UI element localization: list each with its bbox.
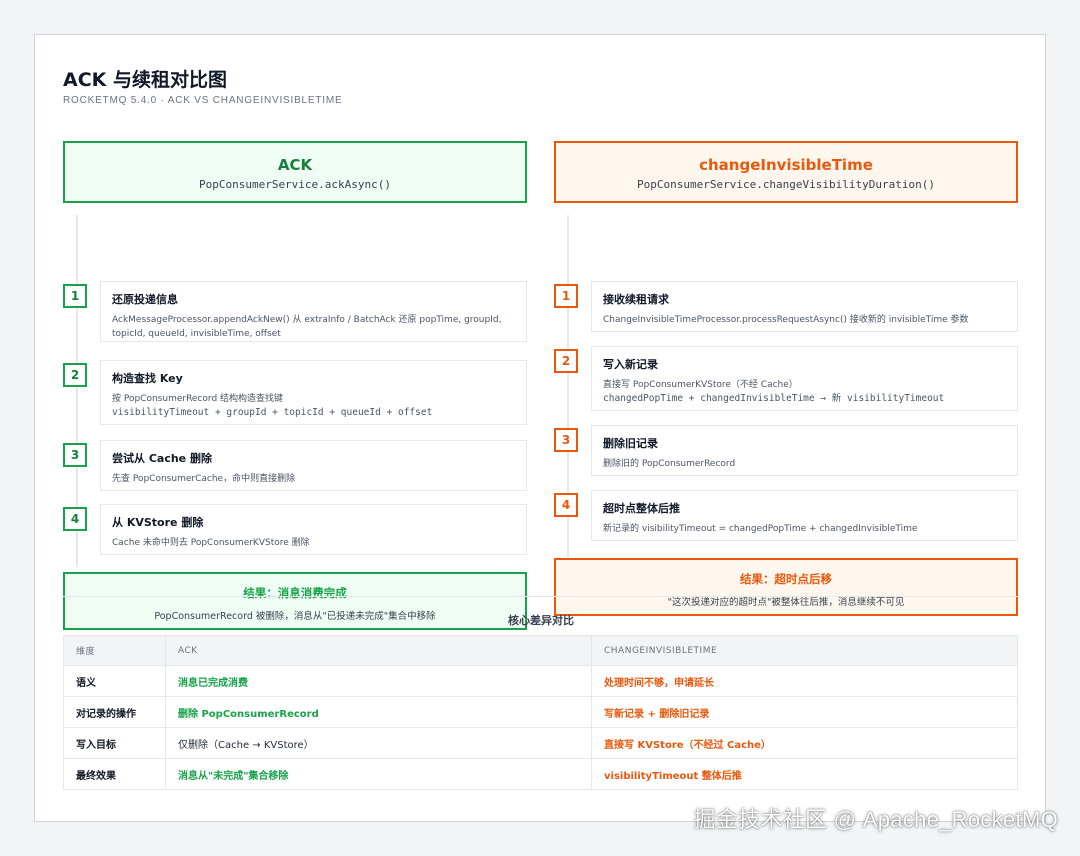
step-desc: 新记录的 visibilityTimeout = changedPopTime … (603, 524, 918, 534)
table-title: 核心差异对比 (508, 614, 574, 627)
step-desc: 先查 PopConsumerCache，命中则直接删除 (112, 474, 296, 484)
cell-dimension: 最终效果 (63, 758, 166, 790)
step-desc: Cache 未命中则去 PopConsumerKVStore 删除 (112, 538, 310, 548)
step-code: visibilityTimeout + groupId + topicId + … (112, 407, 433, 418)
result-title: 结果：超时点后移 (740, 572, 832, 586)
table-row: 对记录的操作 删除 PopConsumerRecord 写新记录 + 删除旧记录 (63, 696, 1018, 728)
ack-column: ACK PopConsumerService.ackAsync() 1 还原投递… (63, 141, 527, 630)
step-title: 还原投递信息 (112, 293, 178, 306)
watermark: 掘金技术社区 @ Apache_RocketMQ (693, 807, 1058, 832)
step-card: 超时点整体后推 新记录的 visibilityTimeout = changed… (591, 490, 1018, 541)
ack-heading: ACK (277, 156, 313, 174)
page-subtitle: ROCKETMQ 5.4.0 · ACK VS CHANGEINVISIBLET… (63, 95, 343, 106)
cell-ack: 删除 PopConsumerRecord (165, 696, 592, 728)
cell-dimension: 对记录的操作 (63, 696, 166, 728)
step-number: 3 (63, 443, 87, 467)
cell-change: visibilityTimeout 整体后推 (591, 758, 1018, 790)
step-desc: ChangeInvisibleTimeProcessor.processRequ… (603, 315, 969, 325)
change-header: changeInvisibleTime PopConsumerService.c… (554, 141, 1018, 203)
step-number: 2 (63, 363, 87, 387)
column-header: ACK (165, 635, 592, 666)
diagram-card: ACK 与续租对比图 ROCKETMQ 5.4.0 · ACK VS CHANG… (34, 34, 1046, 822)
table-header-row: 维度 ACK CHANGEINVISIBLETIME (63, 635, 1018, 666)
result-title: 结果：消息消费完成 (243, 586, 347, 600)
change-method: PopConsumerService.changeVisibilityDurat… (636, 178, 935, 191)
step-desc: 按 PopConsumerRecord 结构构造查找键 (112, 394, 284, 404)
step-desc: 删除旧的 PopConsumerRecord (603, 459, 736, 469)
step-card: 还原投递信息 AckMessageProcessor.appendAckNew(… (100, 281, 527, 342)
step-number: 1 (554, 284, 578, 308)
column-header: CHANGEINVISIBLETIME (591, 635, 1018, 666)
table-row: 最终效果 消息从"未完成"集合移除 visibilityTimeout 整体后推 (63, 758, 1018, 790)
step-desc: 直接写 PopConsumerKVStore（不经 Cache） (603, 380, 798, 390)
step-number: 2 (554, 349, 578, 373)
ack-method: PopConsumerService.ackAsync() (198, 178, 392, 191)
cell-dimension: 写入目标 (63, 727, 166, 759)
step-card: 从 KVStore 删除 Cache 未命中则去 PopConsumerKVSt… (100, 504, 527, 555)
step-number: 3 (554, 428, 578, 452)
step-card: 尝试从 Cache 删除 先查 PopConsumerCache，命中则直接删除 (100, 440, 527, 491)
step-card: 接收续租请求 ChangeInvisibleTimeProcessor.proc… (591, 281, 1018, 332)
section-divider (63, 596, 1018, 597)
step-title: 从 KVStore 删除 (112, 516, 204, 529)
change-result: 结果：超时点后移 "这次投递对应的超时点"被整体往后推，消息继续不可见 (554, 558, 1018, 616)
cell-change: 写新记录 + 删除旧记录 (591, 696, 1018, 728)
change-column: changeInvisibleTime PopConsumerService.c… (554, 141, 1018, 616)
cell-change: 处理时间不够，申请延长 (591, 665, 1018, 697)
step-card: 写入新记录 直接写 PopConsumerKVStore（不经 Cache） c… (591, 346, 1018, 411)
step-number: 4 (63, 507, 87, 531)
step-number: 1 (63, 284, 87, 308)
table-row: 语义 消息已完成消费 处理时间不够，申请延长 (63, 665, 1018, 697)
ack-header: ACK PopConsumerService.ackAsync() (63, 141, 527, 203)
step-code: changedPopTime + changedInvisibleTime → … (603, 393, 945, 404)
cell-dimension: 语义 (63, 665, 166, 697)
cell-ack: 消息从"未完成"集合移除 (165, 758, 592, 790)
step-card: 构造查找 Key 按 PopConsumerRecord 结构构造查找键 vis… (100, 360, 527, 425)
step-title: 接收续租请求 (603, 293, 669, 306)
comparison-table: 维度 ACK CHANGEINVISIBLETIME 语义 消息已完成消费 处理… (63, 635, 1018, 790)
cell-change: 直接写 KVStore（不经过 Cache） (591, 727, 1018, 759)
table-row: 写入目标 仅删除（Cache → KVStore） 直接写 KVStore（不经… (63, 727, 1018, 759)
step-title: 写入新记录 (603, 358, 658, 371)
cell-ack: 仅删除（Cache → KVStore） (165, 727, 592, 759)
step-title: 尝试从 Cache 删除 (112, 452, 212, 465)
page-title: ACK 与续租对比图 (63, 69, 227, 91)
step-title: 构造查找 Key (112, 372, 183, 385)
step-number: 4 (554, 493, 578, 517)
cell-ack: 消息已完成消费 (165, 665, 592, 697)
change-heading: changeInvisibleTime (699, 156, 873, 174)
step-desc: AckMessageProcessor.appendAckNew() 从 ext… (112, 315, 502, 339)
step-card: 删除旧记录 删除旧的 PopConsumerRecord (591, 425, 1018, 476)
column-header: 维度 (63, 635, 166, 666)
step-title: 超时点整体后推 (603, 502, 680, 515)
step-title: 删除旧记录 (603, 437, 658, 450)
